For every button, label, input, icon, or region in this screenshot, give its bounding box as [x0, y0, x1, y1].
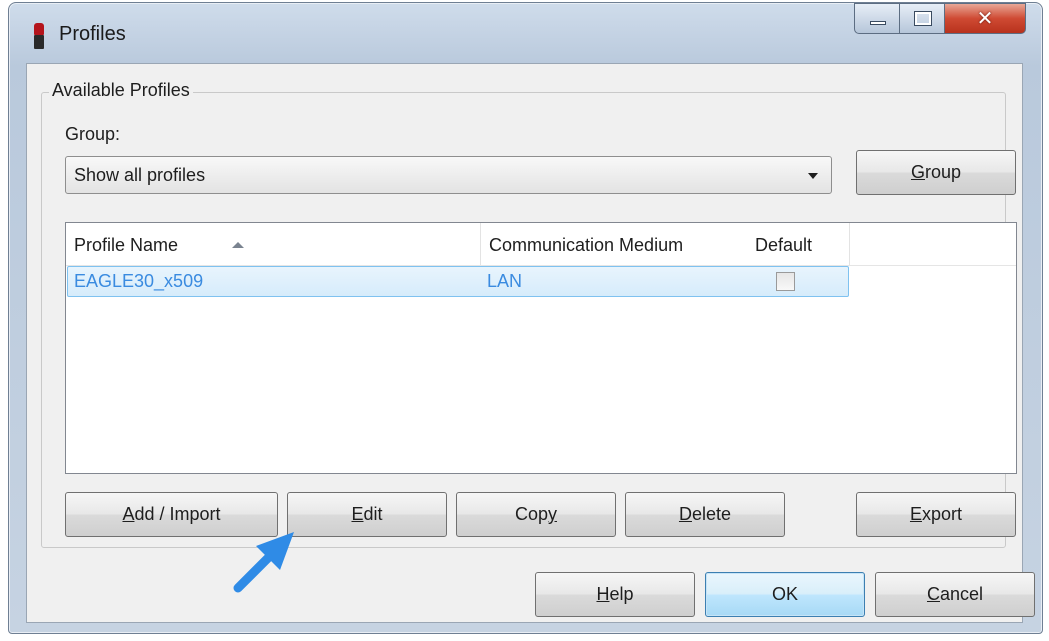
pointer-arrow-icon — [233, 532, 294, 593]
dialog-body: Available Profiles Group: Show all profi… — [26, 63, 1035, 623]
minimize-button[interactable] — [854, 3, 900, 34]
app-icon — [34, 23, 44, 49]
column-header-communication-medium[interactable]: Communication Medium — [481, 223, 751, 265]
group-label: Group: — [65, 124, 121, 144]
default-checkbox[interactable] — [776, 272, 795, 291]
close-button[interactable]: ✕ — [944, 3, 1026, 34]
delete-button[interactable]: Delete — [625, 492, 785, 537]
group-select-value: Show all profiles — [74, 165, 206, 185]
edit-button[interactable]: Edit — [287, 492, 447, 537]
copy-button[interactable]: Copy — [456, 492, 616, 537]
maximize-icon — [915, 12, 931, 25]
group-select[interactable]: Show all profiles — [65, 156, 832, 194]
column-header-profile-name[interactable]: Profile Name — [66, 223, 481, 265]
group-button[interactable]: Group — [856, 150, 1016, 195]
ok-button[interactable]: OK — [705, 572, 865, 617]
column-header-default[interactable]: Default — [751, 223, 850, 265]
maximize-button[interactable] — [899, 3, 945, 34]
window-title: Profiles — [59, 23, 126, 45]
title-bar[interactable]: Profiles ✕ — [9, 3, 1042, 63]
table-header: Profile Name Communication Medium Defaul… — [66, 223, 1016, 266]
cancel-button[interactable]: Cancel — [875, 572, 1035, 617]
minimize-icon — [870, 21, 886, 25]
cell-profile-name: EAGLE30_x509 — [74, 271, 204, 291]
profiles-table[interactable]: Profile Name Communication Medium Defaul… — [65, 222, 1017, 474]
profiles-dialog: Profiles ✕ Available Profiles Group: Sho… — [8, 2, 1043, 634]
close-icon: ✕ — [976, 8, 994, 30]
group-box-legend: Available Profiles — [49, 80, 193, 101]
chevron-down-icon — [808, 173, 818, 179]
cell-communication-medium: LAN — [487, 271, 523, 291]
help-button[interactable]: Help — [535, 572, 695, 617]
export-button[interactable]: Export — [856, 492, 1016, 537]
table-row[interactable]: EAGLE30_x509 LAN — [67, 266, 849, 297]
sort-ascending-icon — [232, 242, 244, 248]
